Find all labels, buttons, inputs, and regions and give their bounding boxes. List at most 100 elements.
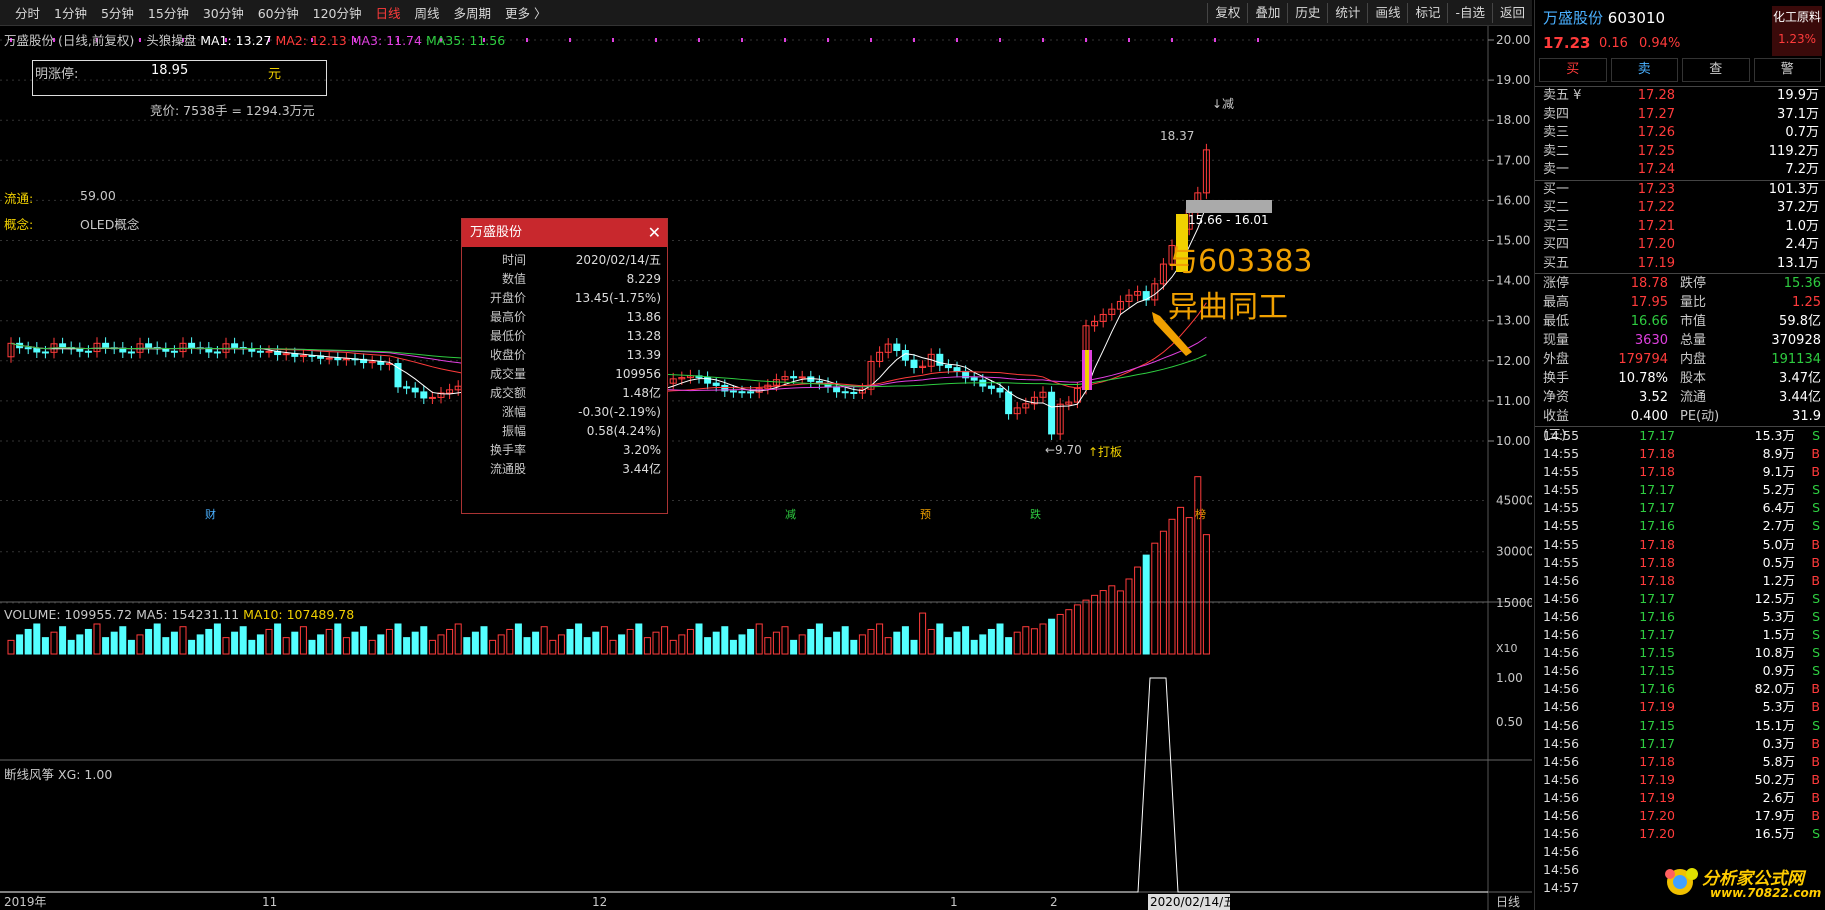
y-tick-label: 14.00 (1496, 274, 1530, 288)
stat-label: 涨停 (1543, 276, 1570, 291)
period-tab[interactable]: 更多 〉 (498, 3, 553, 22)
popup-key: 数值 (501, 272, 526, 286)
period-tab[interactable]: 30分钟 (196, 3, 251, 22)
toolbar-button[interactable]: 叠加 (1247, 3, 1287, 23)
trade-tab[interactable]: 警 (1753, 58, 1821, 82)
level-volume: 2.4万 (1785, 237, 1819, 252)
volume-bar (532, 631, 540, 655)
tick-volume: 5.8万 (1762, 753, 1795, 769)
orderbook-row[interactable]: 卖一 17.24 7.2万 (1535, 161, 1825, 180)
toolbar-button[interactable]: 标记 (1407, 3, 1447, 23)
tick-time: 14:55 (1543, 554, 1580, 570)
toolbar-button[interactable]: 画线 (1367, 3, 1407, 23)
toolbar-button[interactable]: 返回 (1491, 3, 1532, 23)
volume-bar (772, 631, 780, 655)
orderbook-row[interactable]: 买四 17.20 2.4万 (1535, 236, 1825, 255)
tick-time: 14:57 (1543, 880, 1580, 896)
volume-bar (824, 637, 832, 655)
candle (265, 350, 273, 353)
candle (850, 391, 858, 394)
toolbar-button[interactable]: 统计 (1327, 3, 1367, 23)
popup-key: 最低价 (489, 329, 526, 343)
orderbook-row[interactable]: 卖三 17.26 0.7万 (1535, 124, 1825, 143)
volume-bar (76, 634, 84, 655)
candle (403, 386, 411, 389)
candle (299, 355, 307, 358)
close-icon[interactable]: ✕ (648, 219, 661, 247)
volume-bar (833, 631, 841, 655)
orderbook-row[interactable]: 卖五 ¥ 17.28 19.9万 (1535, 87, 1825, 106)
period-tab[interactable]: 日线 (369, 3, 408, 22)
volume-bar (996, 623, 1004, 655)
popup-key: 最高价 (489, 310, 526, 324)
period-tab[interactable]: 15分钟 (141, 3, 196, 22)
top-dot (956, 38, 958, 42)
orderbook-row[interactable]: 买三 17.21 1.0万 (1535, 218, 1825, 237)
candle (747, 391, 755, 394)
volume-bar (686, 628, 694, 655)
orderbook-row[interactable]: 买二 17.22 37.2万 (1535, 199, 1825, 218)
tick-price: 17.17 (1639, 482, 1675, 498)
period-tab[interactable]: 分时 (8, 3, 47, 22)
popup-key: 时间 (501, 253, 526, 267)
volume-bar (592, 631, 600, 655)
orderbook-row[interactable]: 卖四 17.27 37.1万 (1535, 106, 1825, 125)
orderbook-row[interactable]: 买一 17.23 101.3万 (1535, 181, 1825, 200)
volume-bar (755, 623, 763, 655)
stat-value: 3.47亿 (1779, 371, 1821, 386)
range-label: 15.66 - 16.01 (1188, 213, 1269, 227)
tick-row: 14:55 17.17 15.3万 S (1535, 427, 1825, 445)
period-tab[interactable]: 周线 (408, 3, 447, 22)
toolbar-button[interactable]: 复权 (1207, 3, 1247, 23)
period-tab[interactable]: 5分钟 (94, 3, 141, 22)
tick-volume: 2.6万 (1762, 789, 1795, 805)
tick-time: 14:56 (1543, 735, 1580, 751)
level-price: 17.28 (1637, 88, 1675, 103)
period-tab[interactable]: 1分钟 (47, 3, 94, 22)
volume-bar (583, 637, 591, 655)
tick-time: 14:56 (1543, 862, 1580, 878)
tick-time: 14:56 (1543, 645, 1580, 661)
tick-volume: 17.9万 (1754, 807, 1795, 823)
last-price: 17.23 (1543, 34, 1591, 52)
tick-row: 14:56 17.16 5.3万 S (1535, 608, 1825, 626)
trade-tab[interactable]: 买 (1539, 58, 1607, 82)
tick-side: S (1812, 663, 1820, 679)
ma2-label: MA2: 12.13 (275, 33, 347, 48)
volume-legend: VOLUME: 109955.72 MA5: 154231.11 MA10: 1… (4, 607, 354, 622)
volume-bar (299, 626, 307, 655)
level-label: 卖四 (1543, 106, 1570, 122)
candle (102, 342, 110, 349)
top-dot (1214, 38, 1216, 42)
trade-tab[interactable]: 卖 (1610, 58, 1678, 82)
period-tab[interactable]: 60分钟 (251, 3, 306, 22)
volume-bar (884, 637, 892, 655)
top-dot (612, 38, 614, 42)
toolbar-button[interactable]: 历史 (1287, 3, 1327, 23)
volume-bar (145, 628, 153, 655)
trade-tab[interactable]: 查 (1682, 58, 1750, 82)
tick-price: 17.16 (1639, 518, 1675, 534)
orderbook-row[interactable]: 卖二 17.25 119.2万 (1535, 143, 1825, 162)
tick-volume: 5.0万 (1762, 536, 1795, 552)
candle (1005, 391, 1013, 415)
tick-row: 14:56 17.15 15.1万 S (1535, 717, 1825, 735)
period-tab[interactable]: 120分钟 (306, 3, 369, 22)
float-label: 流通: (4, 191, 34, 206)
y-tick-label: 20.00 (1496, 33, 1530, 47)
level-label: 买二 (1543, 200, 1570, 215)
tick-price: 17.18 (1639, 753, 1675, 769)
orderbook-row[interactable]: 买五 17.19 13.1万 (1535, 255, 1825, 274)
volume-unit: X10 (1496, 642, 1518, 655)
volume-bar (446, 628, 454, 655)
volume-bar (317, 634, 325, 655)
volume-bar (1151, 542, 1159, 655)
kline-chart[interactable]: 20.00 19.00 18.00 17.00 16.00 15.00 14.00 13.00… (0, 26, 1532, 910)
period-label: 日线 (1496, 895, 1520, 909)
indicator-legend: 断线风筝 XG: 1.00 (4, 764, 112, 783)
toolbar-button[interactable]: -自选 (1447, 3, 1492, 23)
period-tab[interactable]: 多周期 (447, 3, 499, 22)
popup-key: 换手率 (489, 443, 526, 457)
data-popup[interactable]: 万盛股份 ✕ 时间 2020/02/14/五 数值 8.229 开盘价 13.45(-1.7… (461, 218, 668, 514)
tick-volume: 82.0万 (1754, 681, 1795, 697)
